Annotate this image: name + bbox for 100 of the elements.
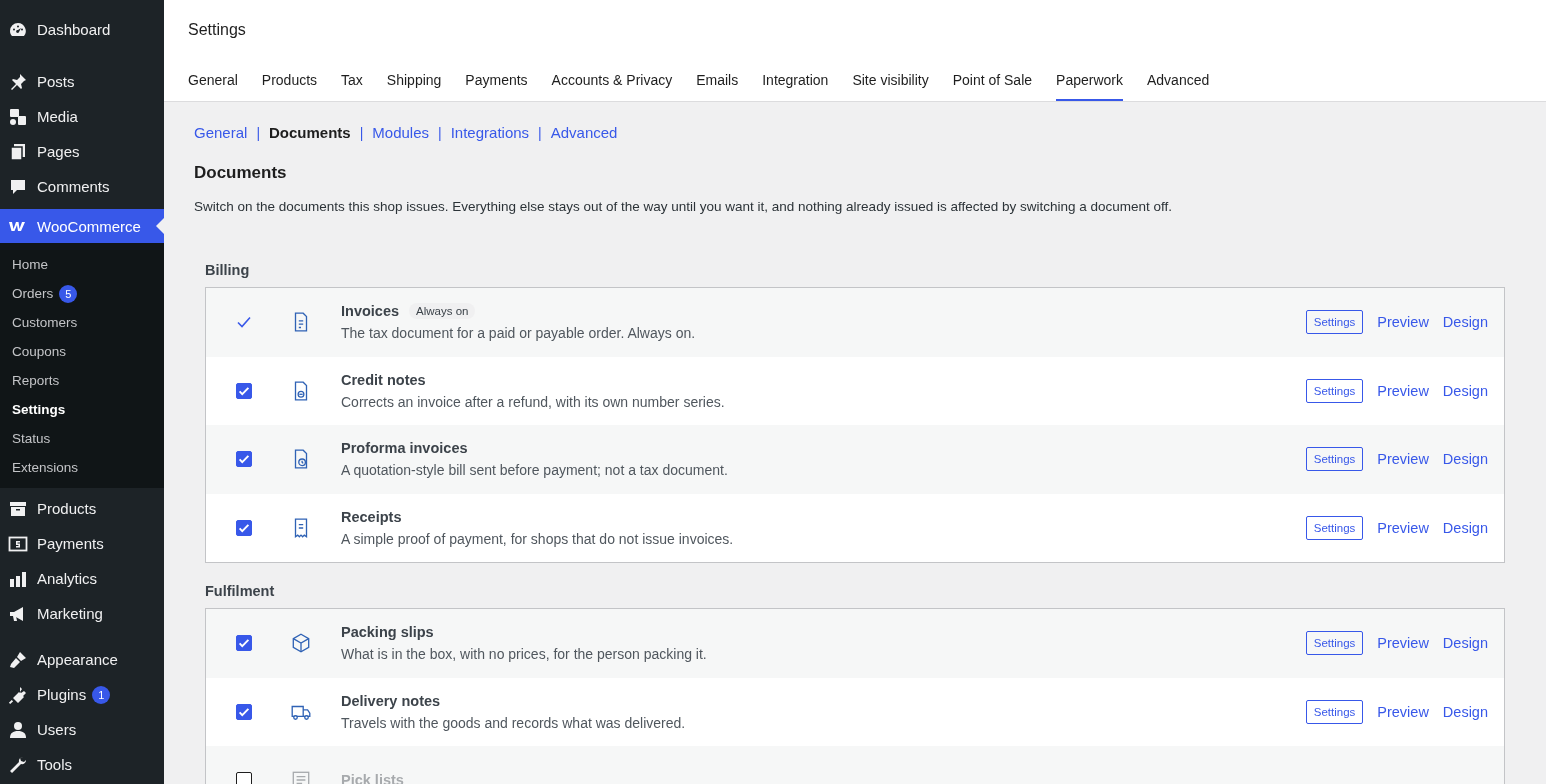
document-name: Receipts [341, 508, 402, 525]
settings-tab[interactable]: Shipping [386, 72, 442, 101]
group-title: Fulfilment [205, 583, 276, 599]
action-link[interactable]: Preview [1377, 519, 1429, 536]
media-icon [8, 106, 28, 127]
sidebar-item[interactable]: Pages [0, 134, 164, 169]
sidebar-item[interactable]: Marketing [0, 596, 164, 631]
sidebar-item[interactable]: Products [0, 491, 164, 526]
separator: | [359, 124, 364, 141]
submenu-item[interactable]: Extensions [0, 453, 164, 482]
settings-button[interactable]: Settings [1305, 378, 1364, 403]
section-link[interactable]: Documents [269, 124, 351, 141]
checkbox[interactable] [236, 382, 252, 399]
sidebar-item[interactable]: Appearance [0, 642, 164, 677]
settings-tab[interactable]: Point of Sale [952, 72, 1033, 101]
submenu-label: Status [12, 431, 51, 446]
checkbox[interactable] [236, 451, 252, 468]
settings-tab[interactable]: Accounts & Privacy [551, 72, 673, 101]
section-link[interactable]: General [194, 124, 248, 141]
submenu-label: Settings [12, 402, 66, 417]
plug-icon [8, 684, 28, 705]
menu-label: Posts [37, 73, 75, 90]
settings-button[interactable]: Settings [1305, 447, 1364, 472]
action-link[interactable]: Preview [1377, 451, 1429, 468]
document-name: Credit notes [341, 371, 426, 388]
submenu-label: Home [12, 257, 48, 272]
checkbox[interactable] [236, 635, 252, 652]
sidebar-item[interactable]: Tools [0, 747, 164, 782]
action-link[interactable]: Design [1442, 382, 1488, 399]
settings-tab[interactable]: Emails [696, 72, 739, 101]
menu-label: Media [37, 108, 78, 125]
settings-tab[interactable]: Site visibility [852, 72, 929, 101]
checkbox[interactable] [236, 772, 252, 784]
checkbox[interactable] [236, 519, 252, 536]
settings-tab[interactable]: Integration [762, 72, 829, 101]
action-link[interactable]: Design [1442, 451, 1488, 468]
settings-tab[interactable]: Advanced [1146, 72, 1210, 101]
description: Switch on the documents this shop issues. Everything else stays out of the way until you want it, and nothing already issued is affected by switching a document off. [194, 199, 1174, 214]
settings-button[interactable]: Settings [1305, 699, 1364, 724]
document-description: Corrects an invoice after a refund, with its own number series. [341, 393, 726, 410]
document-name: Invoices [341, 303, 400, 320]
sidebar-item[interactable]: Analytics [0, 561, 164, 596]
sidebar-item[interactable]: Dashboard [0, 12, 164, 47]
submenu-label: Reports [12, 373, 60, 388]
brush-icon [8, 649, 28, 670]
action-link[interactable]: Preview [1377, 703, 1429, 720]
settings-tab[interactable]: Products [261, 72, 318, 101]
section-link[interactable]: Integrations [450, 124, 530, 141]
menu-label: Tools [37, 756, 73, 773]
action-link[interactable]: Design [1442, 314, 1488, 331]
menu-label: Products [37, 500, 97, 517]
separator: | [256, 124, 260, 141]
section-link[interactable]: Modules [372, 124, 430, 141]
document-name: Packing slips [341, 624, 434, 641]
submenu-item[interactable]: Coupons [0, 337, 164, 366]
sidebar-item[interactable]: Comments [0, 169, 164, 204]
menu-label: WooCommerce [37, 217, 141, 235]
document-description: A quotation-style bill sent before payment; not a tax document. [341, 462, 729, 479]
document-description: What is in the box, with no prices, for the person packing it. [341, 646, 708, 663]
action-link[interactable]: Preview [1377, 314, 1429, 331]
settings-tab[interactable]: Tax [341, 72, 363, 101]
settings-button[interactable]: Settings [1305, 631, 1364, 656]
settings-tab[interactable]: General [188, 72, 238, 101]
count-badge: 1 [92, 685, 111, 704]
settings-tab[interactable]: Paperwork [1056, 72, 1123, 101]
sidebar-item[interactable]: WooCommerce [0, 209, 164, 243]
menu-label: Payments [37, 535, 104, 552]
submenu-item[interactable]: Status [0, 424, 164, 453]
submenu-item[interactable]: Home [0, 250, 164, 279]
sidebar-item[interactable]: Payments [0, 526, 164, 561]
separator: | [438, 124, 442, 141]
submenu-label: Orders [12, 286, 54, 301]
submenu-item[interactable]: Customers [0, 308, 164, 337]
menu-label: Pages [37, 143, 80, 160]
sidebar-item[interactable]: Media [0, 99, 164, 134]
action-link[interactable]: Design [1442, 703, 1488, 720]
menu-label: Users [37, 721, 77, 738]
count-badge: 5 [59, 284, 78, 303]
action-link[interactable]: Preview [1377, 382, 1429, 399]
document-description: Travels with the goods and records what was delivered. [341, 714, 687, 731]
submenu-item[interactable]: Settings [0, 395, 164, 424]
submenu-label: Coupons [12, 344, 67, 359]
action-link[interactable]: Design [1442, 519, 1488, 536]
document-name: Delivery notes [341, 692, 441, 709]
section-link[interactable]: Advanced [550, 124, 618, 141]
sidebar-item[interactable]: Plugins 1 [0, 677, 164, 712]
settings-tab[interactable]: Payments [465, 72, 528, 101]
settings-button[interactable]: Settings [1305, 310, 1364, 335]
sidebar-item[interactable]: Users [0, 712, 164, 747]
action-link[interactable]: Preview [1377, 635, 1429, 652]
page-title: Settings [188, 20, 247, 40]
status-badge: Always on [409, 303, 476, 320]
submenu-item[interactable]: Orders 5 [0, 279, 164, 308]
submenu-item[interactable]: Reports [0, 366, 164, 395]
document-description: The tax document for a paid or payable order. Always on. [341, 325, 697, 342]
checkbox[interactable] [236, 703, 252, 720]
box-icon [290, 632, 312, 655]
action-link[interactable]: Design [1442, 635, 1488, 652]
settings-button[interactable]: Settings [1305, 515, 1364, 540]
sidebar-item[interactable]: Posts [0, 64, 164, 99]
